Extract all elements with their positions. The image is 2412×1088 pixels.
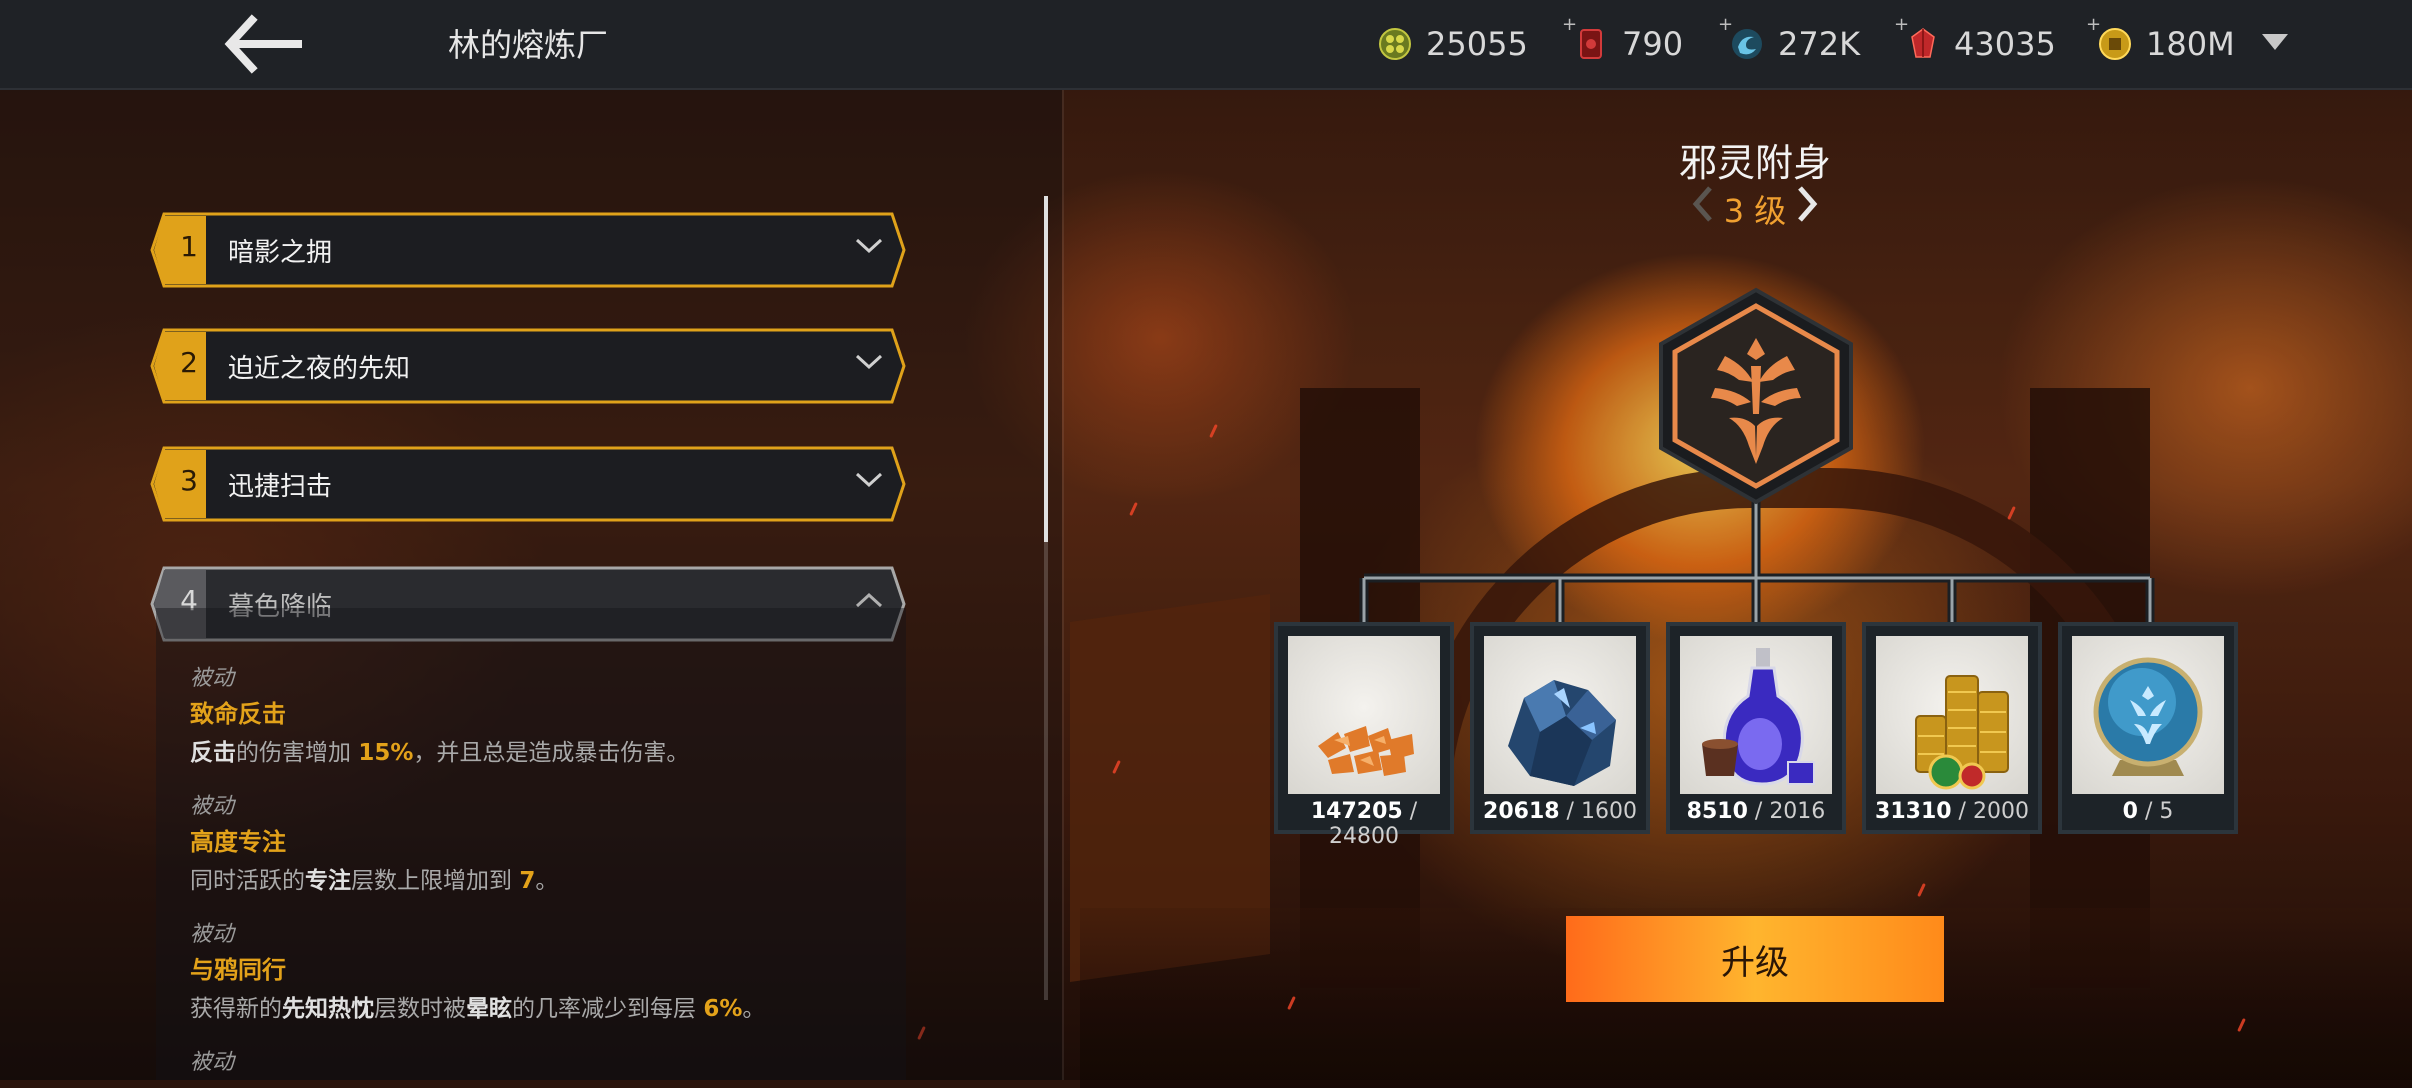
material-need: 2016 [1769, 799, 1826, 824]
material-have: 31310 [1875, 799, 1952, 824]
material-need: 1600 [1580, 799, 1637, 824]
material-count: 147205 / 24800 [1278, 799, 1450, 849]
material-count: 8510 / 2016 [1670, 799, 1842, 824]
orange-shards-icon [1288, 636, 1440, 794]
gold-coin-stacks-icon [1876, 636, 2028, 794]
material-have: 147205 [1310, 799, 1403, 824]
material-have: 0 [2122, 799, 2138, 824]
upgrade-tree-connectors [1359, 490, 2155, 626]
material-slot-1[interactable]: 147205 / 24800 [1274, 622, 1454, 849]
material-slot-5[interactable]: 0 / 5 [2058, 622, 2238, 834]
material-need: 24800 [1329, 824, 1399, 849]
count-separator: / [1402, 799, 1418, 824]
material-need: 5 [2159, 799, 2174, 824]
skill-emblem-icon [1659, 287, 1853, 505]
count-separator: / [1951, 799, 1973, 824]
potion-bottles-icon [1680, 636, 1832, 794]
material-slot-2[interactable]: 20618 / 1600 [1470, 622, 1650, 834]
material-count: 31310 / 2000 [1866, 799, 2038, 824]
material-have: 8510 [1686, 799, 1748, 824]
material-slot-4[interactable]: 31310 / 2000 [1862, 622, 2042, 834]
upgrade-button[interactable]: 升级 [1566, 916, 1944, 1002]
blue-emblem-orb-icon [2072, 636, 2224, 794]
material-count: 0 / 5 [2062, 799, 2234, 824]
material-slot-3[interactable]: 8510 / 2016 [1666, 622, 1846, 834]
blue-crystal-ore-icon [1484, 636, 1636, 794]
count-separator: / [1747, 799, 1770, 824]
count-separator: / [1559, 799, 1581, 824]
count-separator: / [2137, 799, 2160, 824]
material-have: 20618 [1483, 799, 1560, 824]
material-need: 2000 [1972, 799, 2029, 824]
material-count: 20618 / 1600 [1474, 799, 1646, 824]
